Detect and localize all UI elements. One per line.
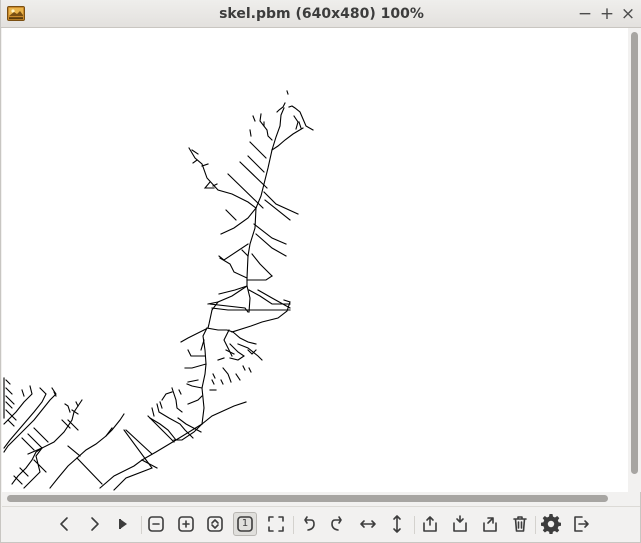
chevron-left-icon — [60, 517, 68, 531]
rotate-left-button[interactable] — [296, 512, 320, 536]
toolbar-separator — [141, 516, 142, 534]
minimize-button[interactable]: − — [574, 3, 596, 25]
next-image-button[interactable] — [82, 512, 106, 536]
vertical-scrollbar[interactable] — [628, 28, 641, 492]
image-canvas[interactable] — [2, 28, 628, 492]
toolbar-separator — [293, 516, 294, 534]
zoom-original-button[interactable]: 1 — [233, 512, 257, 536]
toolbar-separator — [535, 516, 536, 534]
flip-horizontal-button[interactable] — [356, 512, 380, 536]
rotate-right-button[interactable] — [326, 512, 350, 536]
trash-icon — [513, 516, 527, 532]
save-button[interactable] — [418, 512, 442, 536]
save-as-button[interactable] — [448, 512, 472, 536]
close-button[interactable]: × — [617, 3, 639, 25]
zoom-out-icon — [148, 516, 164, 532]
previous-image-button[interactable] — [53, 512, 77, 536]
save-copy-button[interactable] — [478, 512, 502, 536]
save-copy-icon — [483, 517, 497, 532]
slideshow-button[interactable] — [112, 512, 136, 536]
zoom-fit-button[interactable] — [203, 512, 227, 536]
image-viewer-window: skel.pbm (640x480) 100% − + × 1 — [0, 0, 641, 543]
horizontal-scrollbar[interactable] — [2, 492, 628, 505]
gear-icon — [541, 514, 561, 534]
rotate-ccw-icon — [304, 516, 315, 531]
rotate-cw-icon — [331, 516, 342, 531]
horizontal-scrollbar-thumb[interactable] — [7, 495, 608, 502]
flip-vertical-icon — [393, 515, 401, 533]
vertical-scrollbar-thumb[interactable] — [631, 32, 638, 474]
flip-horizontal-icon — [360, 520, 376, 528]
play-icon — [119, 519, 127, 529]
flip-vertical-button[interactable] — [385, 512, 409, 536]
skeleton-image — [3, 90, 314, 491]
settings-button[interactable] — [539, 512, 563, 536]
save-as-icon — [453, 515, 467, 532]
chevron-right-icon — [91, 517, 99, 531]
fullscreen-button[interactable] — [264, 512, 288, 536]
zoom-fit-icon — [207, 516, 223, 532]
exit-button[interactable] — [569, 512, 593, 536]
delete-button[interactable] — [508, 512, 532, 536]
toolbar-separator — [414, 516, 415, 534]
zoom-in-button[interactable] — [174, 512, 198, 536]
save-icon — [423, 516, 437, 532]
maximize-button[interactable]: + — [596, 3, 618, 25]
exit-icon — [574, 516, 589, 532]
zoom-original-label: 1 — [241, 518, 249, 529]
zoom-out-button[interactable] — [144, 512, 168, 536]
zoom-in-icon — [178, 516, 194, 532]
fullscreen-icon — [268, 516, 284, 532]
window-title: skel.pbm (640x480) 100% — [219, 6, 424, 22]
bottom-toolbar: 1 — [2, 506, 640, 542]
title-bar[interactable]: skel.pbm (640x480) 100% − + × — [1, 0, 641, 28]
